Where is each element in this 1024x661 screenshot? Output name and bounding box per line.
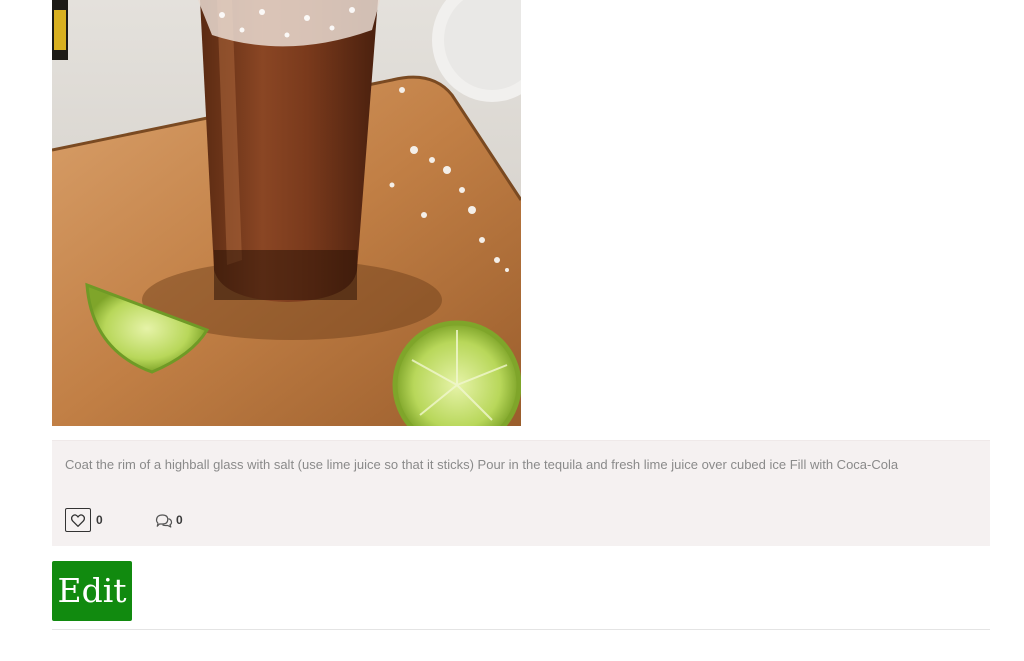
- page: Coat the rim of a highball glass with sa…: [0, 0, 1024, 661]
- comments-icon[interactable]: [155, 513, 173, 529]
- heart-icon: [71, 513, 85, 527]
- edit-button[interactable]: Edit: [52, 561, 132, 621]
- like-button[interactable]: [65, 508, 91, 532]
- recipe-description: Coat the rim of a highball glass with sa…: [65, 457, 899, 472]
- recipe-card: Coat the rim of a highball glass with sa…: [52, 440, 990, 546]
- like-count: 0: [96, 513, 103, 527]
- photo-illustration: [52, 0, 521, 426]
- divider: [52, 629, 990, 630]
- comment-count: 0: [176, 513, 183, 527]
- recipe-photo: [52, 0, 521, 426]
- post-actions: 0 0: [65, 508, 365, 534]
